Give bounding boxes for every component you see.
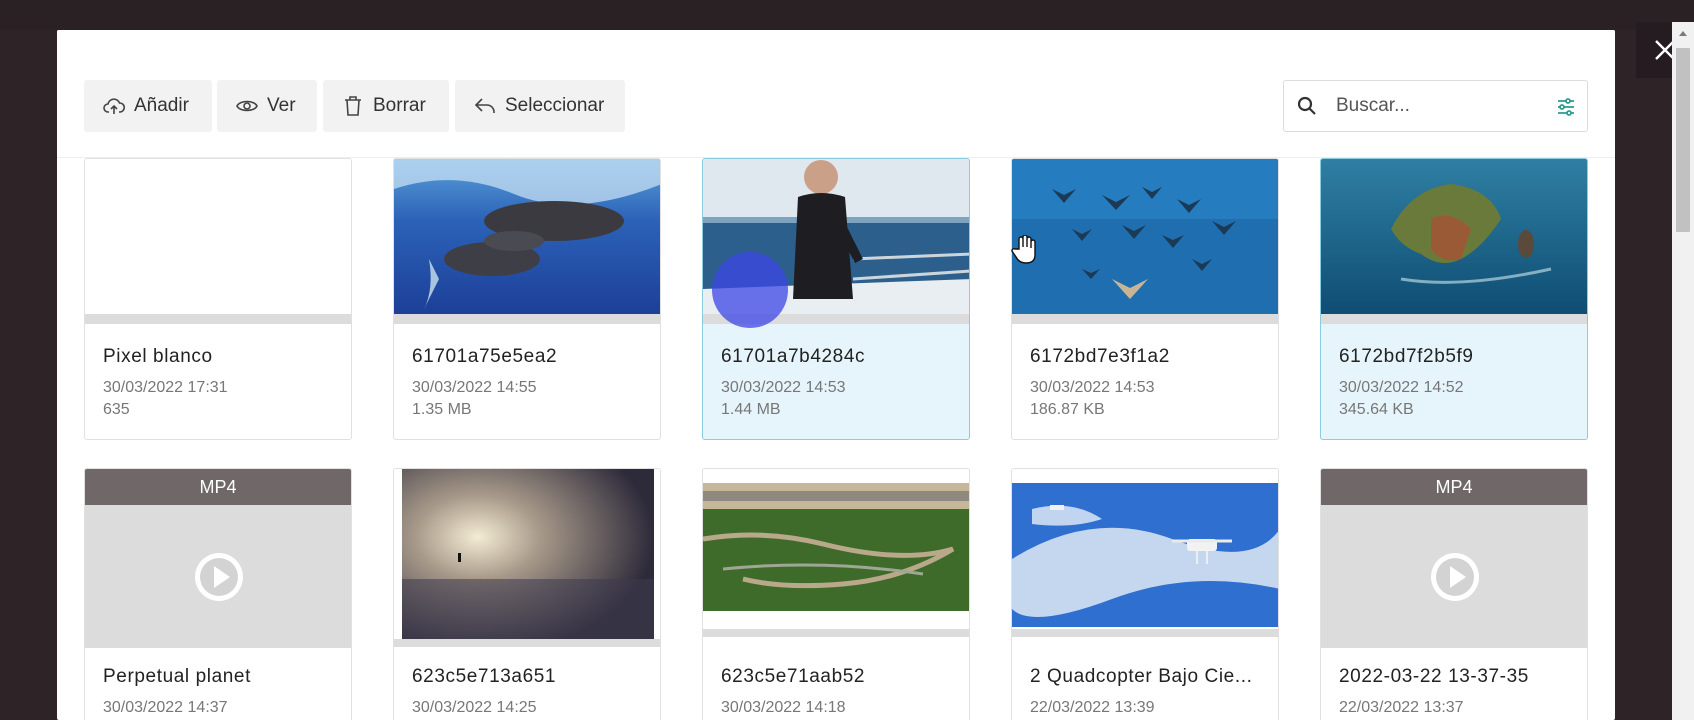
toolbar: Añadir Ver Borrar Seleccionar — [57, 30, 1615, 158]
file-type-label: MP4 — [1321, 469, 1587, 505]
file-grid: Pixel blanco 30/03/2022 17:31 635 61701a… — [57, 158, 1615, 720]
reply-icon — [474, 98, 495, 113]
file-size: 345.64 KB — [1339, 401, 1414, 418]
thumbnail-bar — [394, 639, 660, 647]
file-date: 30/03/2022 14:53 — [1030, 379, 1155, 396]
delete-button-label: Borrar — [373, 95, 426, 116]
file-date: 30/03/2022 14:18 — [721, 699, 846, 716]
filter-sliders-icon[interactable] — [1556, 97, 1576, 117]
view-button-label: Ver — [267, 95, 296, 116]
file-date: 30/03/2022 14:53 — [721, 379, 846, 396]
play-icon — [195, 553, 243, 601]
file-card-video[interactable]: MP4 2022-03-22 13-37-35 22/03/2022 13:37 — [1320, 468, 1588, 720]
file-meta: 2022-03-22 13-37-35 22/03/2022 13:37 — [1321, 648, 1587, 719]
file-meta: 6172bd7f2b5f9 30/03/2022 14:52 345.64 KB — [1321, 324, 1587, 421]
file-type-label: MP4 — [85, 469, 351, 505]
file-meta: 6172bd7e3f1a2 30/03/2022 14:53 186.87 KB — [1012, 324, 1278, 421]
file-date: 30/03/2022 14:37 — [103, 699, 228, 716]
file-meta: Pixel blanco 30/03/2022 17:31 635 — [85, 324, 351, 421]
file-date: 22/03/2022 13:37 — [1339, 699, 1464, 716]
file-card[interactable]: 2 Quadcopter Bajo Cie... 22/03/2022 13:3… — [1011, 468, 1279, 720]
file-meta: Perpetual planet 30/03/2022 14:37 — [85, 648, 351, 719]
file-name: 61701a75e5ea2 — [412, 346, 558, 367]
file-name: Pixel blanco — [103, 346, 213, 367]
page-backdrop-bar — [0, 0, 1694, 30]
file-meta: 2 Quadcopter Bajo Cie... 22/03/2022 13:3… — [1012, 648, 1278, 719]
page-scrollbar[interactable] — [1672, 22, 1694, 720]
video-thumbnail — [1321, 505, 1587, 648]
search-box — [1283, 80, 1588, 132]
select-button[interactable]: Seleccionar — [455, 80, 625, 132]
island-thumbnail — [1321, 159, 1587, 314]
misty-sunrise-thumbnail — [394, 469, 660, 639]
media-library-modal: Añadir Ver Borrar Seleccionar Buscar... … — [57, 30, 1615, 720]
file-size: 635 — [103, 401, 130, 418]
file-name: 2 Quadcopter Bajo Cie... — [1030, 666, 1253, 687]
thumbnail-bar — [1012, 314, 1278, 324]
file-date: 30/03/2022 14:25 — [412, 699, 537, 716]
delete-button[interactable]: Borrar — [323, 80, 449, 132]
file-name: 623c5e713a651 — [412, 666, 557, 687]
file-date: 30/03/2022 14:52 — [1339, 379, 1464, 396]
file-meta: 623c5e713a651 30/03/2022 14:25 — [394, 648, 660, 719]
file-card[interactable]: Pixel blanco 30/03/2022 17:31 635 — [84, 158, 352, 440]
manta-rays-thumbnail — [1012, 159, 1278, 314]
file-size: 1.44 MB — [721, 401, 781, 418]
scroll-up-arrow[interactable] — [1672, 22, 1694, 44]
file-name: 623c5e71aab52 — [721, 666, 866, 687]
file-meta: 623c5e71aab52 30/03/2022 14:18 — [703, 648, 969, 719]
whales-thumbnail — [394, 159, 660, 314]
select-button-label: Seleccionar — [505, 95, 605, 116]
trash-icon — [345, 96, 361, 116]
file-card-selected[interactable]: 61701a7b4284c 30/03/2022 14:53 1.44 MB — [702, 158, 970, 440]
file-name: 6172bd7f2b5f9 — [1339, 346, 1474, 367]
river-thumbnail — [703, 469, 969, 639]
blank-thumbnail — [85, 159, 351, 314]
file-date: 30/03/2022 17:31 — [103, 379, 228, 396]
video-thumbnail — [85, 505, 351, 648]
file-date: 22/03/2022 13:39 — [1030, 699, 1155, 716]
search-icon — [1297, 96, 1316, 115]
eye-icon — [236, 100, 258, 112]
play-icon — [1431, 553, 1479, 601]
file-name: 61701a7b4284c — [721, 346, 866, 367]
file-size: 186.87 KB — [1030, 401, 1105, 418]
diver-thumbnail — [703, 159, 969, 314]
add-button-label: Añadir — [134, 95, 189, 116]
file-meta: 61701a7b4284c 30/03/2022 14:53 1.44 MB — [703, 324, 969, 421]
file-meta: 61701a75e5ea2 30/03/2022 14:55 1.35 MB — [394, 324, 660, 421]
thumbnail-bar — [703, 314, 969, 324]
thumbnail-bar — [394, 314, 660, 324]
thumbnail-bar — [1012, 629, 1278, 637]
file-size: 1.35 MB — [412, 401, 472, 418]
thumbnail-bar — [703, 629, 969, 637]
view-button[interactable]: Ver — [217, 80, 317, 132]
drones-thumbnail — [1012, 469, 1278, 639]
file-name: 6172bd7e3f1a2 — [1030, 346, 1170, 367]
file-date: 30/03/2022 14:55 — [412, 379, 537, 396]
file-card-video[interactable]: MP4 Perpetual planet 30/03/2022 14:37 — [84, 468, 352, 720]
file-card[interactable]: 623c5e713a651 30/03/2022 14:25 — [393, 468, 661, 720]
thumbnail-bar — [85, 314, 351, 324]
file-card-selected[interactable]: 6172bd7f2b5f9 30/03/2022 14:52 345.64 KB — [1320, 158, 1588, 440]
file-card[interactable]: 6172bd7e3f1a2 30/03/2022 14:53 186.87 KB — [1011, 158, 1279, 440]
cloud-upload-icon — [103, 98, 126, 114]
file-card[interactable]: 623c5e71aab52 30/03/2022 14:18 — [702, 468, 970, 720]
scroll-thumb[interactable] — [1676, 48, 1690, 232]
file-name: Perpetual planet — [103, 666, 251, 687]
search-input[interactable] — [1336, 91, 1536, 121]
file-card[interactable]: 61701a75e5ea2 30/03/2022 14:55 1.35 MB — [393, 158, 661, 440]
file-name: 2022-03-22 13-37-35 — [1339, 666, 1529, 687]
add-button[interactable]: Añadir — [84, 80, 212, 132]
thumbnail-bar — [1321, 314, 1587, 324]
